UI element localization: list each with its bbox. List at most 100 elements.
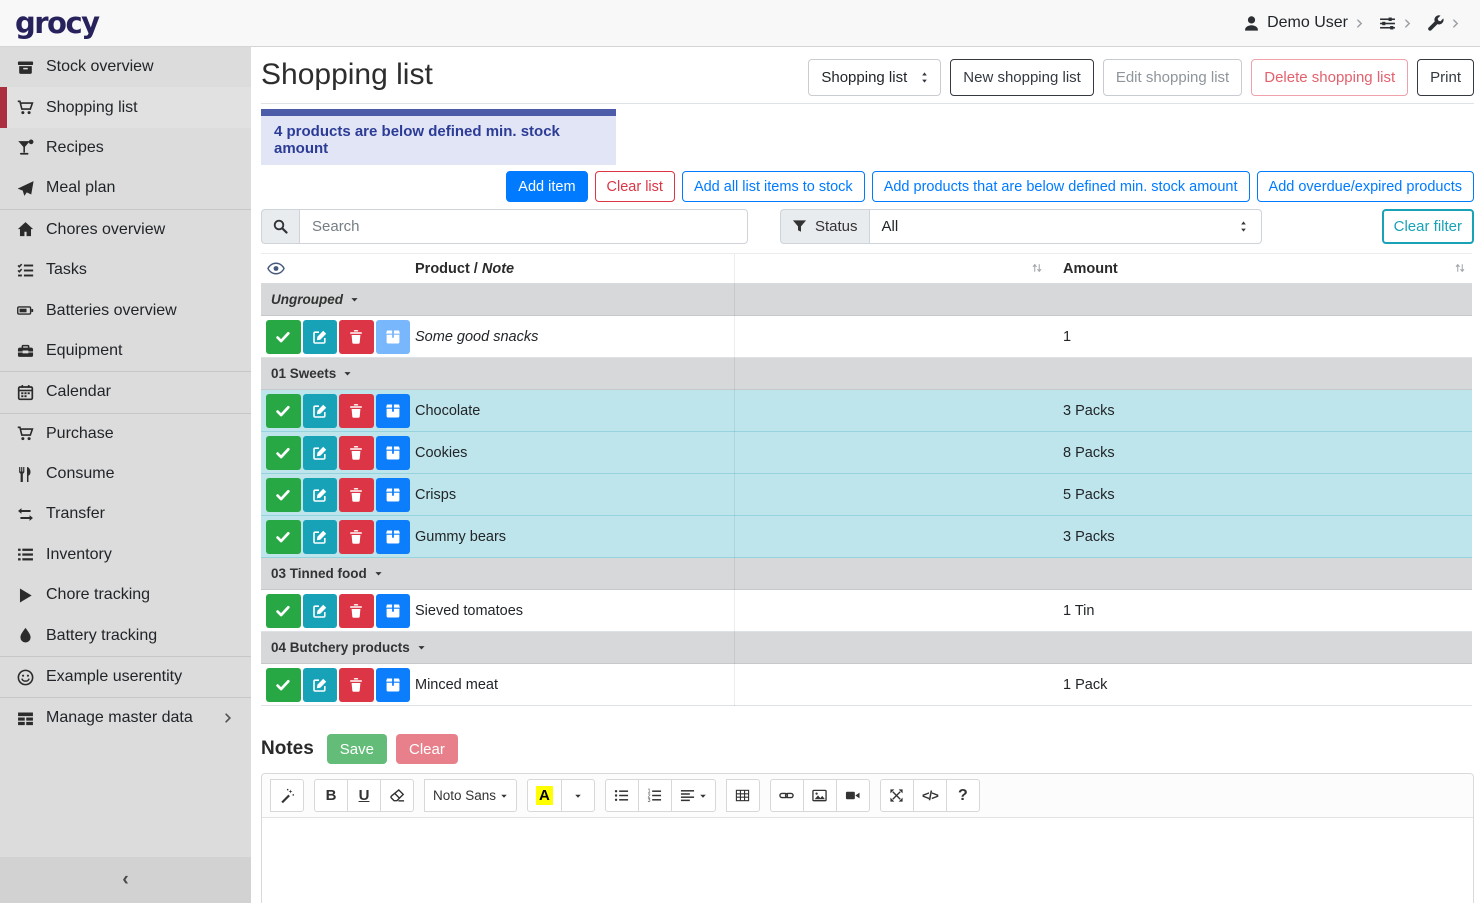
bold-button[interactable]: B — [314, 779, 348, 812]
font-family-dropdown[interactable]: Noto Sans — [424, 779, 517, 812]
product-note-header[interactable]: Product / Note — [410, 261, 734, 277]
sidebar-item-purchase[interactable]: Purchase — [0, 414, 251, 454]
sidebar-item-manage-master-data[interactable]: Manage master data — [0, 698, 251, 738]
delete-shopping-list-button[interactable]: Delete shopping list — [1251, 59, 1408, 96]
edit-item-button[interactable] — [303, 594, 338, 628]
edit-shopping-list-button[interactable]: Edit shopping list — [1103, 59, 1242, 96]
font-color-button[interactable]: A — [527, 779, 562, 812]
sidebar-item-transfer[interactable]: Transfer — [0, 494, 251, 534]
delete-item-button[interactable] — [339, 320, 374, 354]
status-select[interactable]: All — [869, 209, 1262, 244]
delete-item-button[interactable] — [339, 520, 374, 554]
mark-done-button[interactable] — [266, 478, 301, 512]
sidebar-item-chores-overview[interactable]: Chores overview — [0, 210, 251, 250]
sidebar-item-tasks[interactable]: Tasks — [0, 250, 251, 290]
sidebar-collapse-button[interactable]: ‹ — [0, 857, 251, 903]
add-to-stock-button[interactable] — [376, 478, 411, 512]
delete-item-button[interactable] — [339, 668, 374, 702]
add-to-stock-button[interactable] — [376, 436, 411, 470]
sidebar-item-equipment[interactable]: Equipment — [0, 331, 251, 371]
delete-item-button[interactable] — [339, 594, 374, 628]
add-item-button[interactable]: Add item — [506, 171, 587, 202]
svg-text:3: 3 — [648, 798, 651, 803]
sidebar-item-chore-tracking[interactable]: Chore tracking — [0, 575, 251, 615]
font-color-dropdown[interactable] — [561, 779, 595, 812]
delete-item-button[interactable] — [339, 478, 374, 512]
clear-list-button[interactable]: Clear list — [595, 171, 675, 202]
add-to-stock-button[interactable] — [376, 394, 411, 428]
edit-item-button[interactable] — [303, 668, 338, 702]
insert-table-button[interactable] — [726, 779, 760, 812]
notes-clear-button[interactable]: Clear — [396, 734, 458, 764]
sidebar-item-stock-overview[interactable]: Stock overview — [0, 47, 251, 87]
paragraph-align-dropdown[interactable] — [671, 779, 716, 812]
add-all-items-to-stock-button[interactable]: Add all list items to stock — [682, 171, 865, 202]
mark-done-button[interactable] — [266, 668, 301, 702]
mark-done-button[interactable] — [266, 320, 301, 354]
notes-editor-body[interactable] — [262, 818, 1473, 903]
user-menu[interactable]: Demo User — [1243, 14, 1364, 32]
edit-item-button[interactable] — [303, 436, 338, 470]
help-button[interactable]: ? — [946, 779, 980, 812]
magic-style-button[interactable] — [270, 779, 304, 812]
sidebar-item-batteries-overview[interactable]: Batteries overview — [0, 290, 251, 330]
add-to-stock-button[interactable] — [376, 520, 411, 554]
sidebar-item-consume[interactable]: Consume — [0, 454, 251, 494]
sidebar-item-shopping-list[interactable]: Shopping list — [0, 87, 251, 127]
clear-filter-button[interactable]: Clear filter — [1382, 209, 1474, 244]
insert-picture-button[interactable] — [803, 779, 837, 812]
group-row[interactable]: 01 Sweets — [261, 358, 1472, 390]
add-below-min-stock-button[interactable]: Add products that are below defined min.… — [872, 171, 1250, 202]
underline-button[interactable]: U — [347, 779, 381, 812]
sidebar-item-example-userentity[interactable]: Example userentity — [0, 657, 251, 697]
edit-item-button[interactable] — [303, 320, 338, 354]
smiley-icon — [15, 669, 36, 686]
group-row[interactable]: 04 Butchery products — [261, 632, 1472, 664]
sidebar-item-label: Transfer — [46, 505, 105, 523]
amount-header[interactable]: Amount — [1055, 261, 1472, 277]
sidebar-item-inventory[interactable]: Inventory — [0, 535, 251, 575]
eye-icon[interactable] — [261, 262, 410, 275]
new-shopping-list-button[interactable]: New shopping list — [950, 59, 1094, 96]
insert-link-button[interactable] — [770, 779, 804, 812]
settings-menu[interactable] — [1379, 15, 1412, 32]
sidebar-item-label: Battery tracking — [46, 627, 157, 645]
group-row[interactable]: Ungrouped — [261, 284, 1472, 316]
add-to-stock-button[interactable] — [376, 668, 411, 702]
notes-editor: B U Noto Sans A 123 — [261, 773, 1474, 903]
mark-done-button[interactable] — [266, 594, 301, 628]
eraser-button[interactable] — [380, 779, 414, 812]
sidebar-item-recipes[interactable]: Recipes — [0, 128, 251, 168]
sidebar-item-battery-tracking[interactable]: Battery tracking — [0, 615, 251, 655]
mark-done-button[interactable] — [266, 520, 301, 554]
insert-video-button[interactable] — [836, 779, 870, 812]
sidebar-item-calendar[interactable]: Calendar — [0, 372, 251, 412]
ordered-list-button[interactable]: 123 — [638, 779, 672, 812]
delete-item-button[interactable] — [339, 436, 374, 470]
search-input[interactable] — [299, 209, 748, 244]
admin-menu[interactable] — [1427, 15, 1460, 32]
add-to-stock-button[interactable] — [376, 320, 411, 354]
sort-icon[interactable] — [1454, 262, 1466, 274]
mark-done-button[interactable] — [266, 394, 301, 428]
filter-row: Status All Clear filter — [261, 209, 1474, 244]
check-icon — [275, 677, 291, 693]
sidebar-item-meal-plan[interactable]: Meal plan — [0, 168, 251, 208]
print-button[interactable]: Print — [1417, 59, 1474, 96]
add-to-stock-button[interactable] — [376, 594, 411, 628]
grocy-logo[interactable]: grocy — [15, 9, 99, 38]
code-view-button[interactable]: </> — [913, 779, 947, 812]
fullscreen-button[interactable] — [880, 779, 914, 812]
sort-icon[interactable] — [1031, 262, 1043, 274]
notes-save-button[interactable]: Save — [327, 734, 387, 764]
add-overdue-expired-button[interactable]: Add overdue/expired products — [1257, 171, 1474, 202]
delete-item-button[interactable] — [339, 394, 374, 428]
edit-item-button[interactable] — [303, 478, 338, 512]
edit-item-button[interactable] — [303, 520, 338, 554]
unordered-list-button[interactable] — [605, 779, 639, 812]
shopping-list-selector[interactable]: Shopping list — [808, 59, 941, 96]
edit-item-button[interactable] — [303, 394, 338, 428]
caret-down-icon — [574, 792, 582, 800]
group-row[interactable]: 03 Tinned food — [261, 558, 1472, 590]
mark-done-button[interactable] — [266, 436, 301, 470]
